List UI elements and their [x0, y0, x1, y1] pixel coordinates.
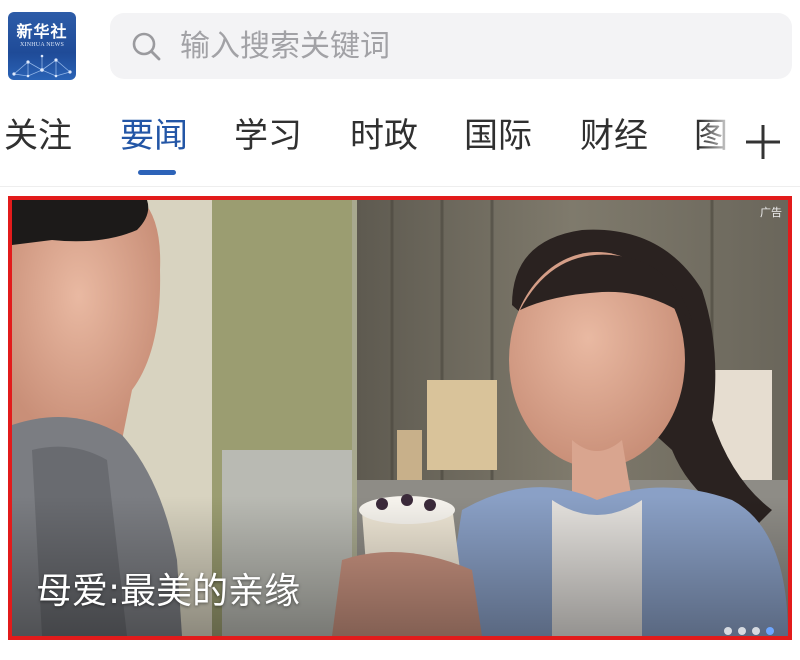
tabs-divider — [0, 186, 800, 187]
plus-icon[interactable] — [743, 122, 783, 162]
carousel-dot[interactable] — [724, 627, 732, 635]
carousel-dot[interactable] — [752, 627, 760, 635]
logo-network-graphic — [12, 54, 72, 78]
tab-follow[interactable]: 关注 — [4, 112, 72, 160]
logo-english-text: XINHUA NEWS — [19, 42, 65, 48]
tab-politics[interactable]: 时政 — [350, 112, 418, 160]
tab-finance[interactable]: 财经 — [580, 112, 648, 160]
carousel-dot[interactable] — [766, 627, 774, 635]
tab-study[interactable]: 学习 — [234, 112, 302, 160]
search-icon[interactable] — [130, 30, 162, 62]
tab-international[interactable]: 国际 — [464, 112, 532, 160]
active-tab-indicator — [138, 170, 176, 175]
logo-chinese-text: 新华社 — [16, 22, 68, 41]
banner-caption[interactable]: 母爱:最美的亲缘 — [36, 562, 300, 614]
xinhua-logo[interactable]: 新华社 XINHUA NEWS — [8, 12, 76, 80]
featured-banner[interactable]: 广告 母爱:最美的亲缘 — [8, 196, 792, 640]
search-input[interactable] — [180, 13, 770, 79]
tabs-overflow-fade — [700, 112, 740, 168]
tab-headlines[interactable]: 要闻 — [120, 112, 188, 160]
carousel-dot[interactable] — [738, 627, 746, 635]
category-tabs: 关注 要闻 学习 时政 国际 财经 图 — [0, 112, 760, 176]
carousel-dots — [718, 620, 774, 635]
ad-label: 广告 — [760, 206, 782, 219]
search-bar[interactable] — [110, 13, 792, 79]
